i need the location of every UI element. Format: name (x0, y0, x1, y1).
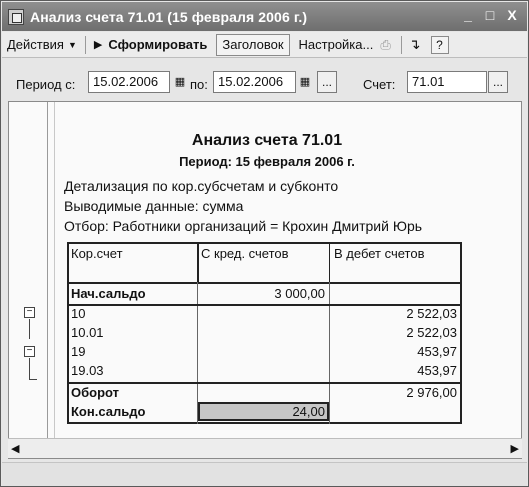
row-debit: 2 522,03 (406, 325, 457, 340)
report-output: Выводимые данные: сумма (64, 198, 244, 214)
group-bracket (29, 358, 30, 380)
minimize-button[interactable]: _ (459, 6, 477, 24)
play-icon: ▶ (93, 39, 103, 51)
group-gutter-line (54, 102, 55, 438)
report-window: Анализ счета 71.01 (15 февраля 2006 г.) … (0, 0, 529, 487)
close-balance-label: Кон.сальдо (71, 404, 146, 419)
row-divider (67, 382, 462, 384)
flip-orientation-button[interactable]: ↴ (405, 34, 425, 56)
turnover-debit: 2 976,00 (406, 385, 457, 400)
collapse-icon[interactable]: − (24, 307, 35, 318)
open-balance-credit: 3 000,00 (274, 286, 325, 301)
report-period: Период: 15 февраля 2006 г. (179, 154, 355, 169)
actions-label: Действия (7, 37, 64, 52)
period-to-label: по: (190, 77, 208, 92)
row-debit: 453,97 (417, 363, 457, 378)
header-button[interactable]: Заголовок (216, 33, 290, 56)
row-debit: 2 522,03 (406, 306, 457, 321)
column-header-account: Кор.счет (71, 246, 123, 261)
help-button[interactable]: ? (430, 35, 449, 54)
row-account: 19.03 (71, 363, 104, 378)
report-selection: Отбор: Работники организаций = Крохин Дм… (64, 218, 423, 234)
report-title: Анализ счета 71.01 (191, 132, 343, 149)
horizontal-scrollbar[interactable]: ◀ ▶ (8, 438, 522, 458)
calendar-icon[interactable]: ▦ (173, 73, 187, 89)
flip-icon: ↴ (408, 36, 421, 52)
period-select-button[interactable]: ... (317, 71, 337, 93)
filter-panel: Период с: 15.02.2006 ▦ по: 15.02.2006 ▦ … (2, 59, 527, 99)
print-preview-button[interactable]: ⎙ (378, 34, 392, 56)
row-account: 10 (71, 306, 86, 321)
report-spreadsheet[interactable]: Анализ счета 71.01 Период: 15 февраля 20… (8, 101, 522, 459)
window-controls: _ □ X (459, 6, 521, 24)
period-from-field[interactable]: 15.02.2006 (88, 71, 170, 93)
maximize-button[interactable]: □ (481, 6, 499, 24)
account-select-button[interactable]: ... (488, 71, 508, 93)
report-detail: Детализация по кор.субсчетам и субконто (64, 178, 339, 194)
close-button[interactable]: X (503, 6, 521, 24)
scroll-left-icon[interactable]: ◀ (11, 442, 19, 455)
period-to-field[interactable]: 15.02.2006 (213, 71, 296, 93)
group-bracket (29, 379, 37, 380)
row-debit: 453,97 (417, 344, 457, 359)
account-field[interactable]: 71.01 (407, 71, 487, 93)
actions-menu[interactable]: Действия ▼ (2, 34, 82, 56)
period-from-label: Период с: (16, 77, 76, 92)
settings-button[interactable]: Настройка... (294, 34, 379, 56)
row-account: 10.01 (71, 325, 104, 340)
chevron-down-icon: ▼ (67, 39, 77, 50)
column-header-debit: В дебет счетов (334, 246, 425, 261)
open-balance-label: Нач.сальдо (71, 286, 146, 301)
turnover-label: Оборот (71, 385, 120, 400)
scroll-right-icon[interactable]: ▶ (511, 442, 519, 455)
title-bar[interactable]: Анализ счета 71.01 (15 февраля 2006 г.) … (2, 2, 527, 31)
account-label: Счет: (363, 77, 396, 92)
collapse-icon[interactable]: − (24, 346, 35, 357)
toolbar-separator (84, 35, 86, 54)
calendar-icon[interactable]: ▦ (298, 73, 312, 89)
group-gutter-line (47, 102, 48, 438)
generate-label: Сформировать (108, 37, 208, 52)
toolbar-separator (400, 35, 402, 54)
toolbar: Действия ▼ ▶ Сформировать Заголовок Наст… (2, 32, 527, 58)
status-bar (2, 462, 527, 486)
window-title: Анализ счета 71.01 (15 февраля 2006 г.) (30, 8, 308, 25)
print-preview-icon: ⎙ (380, 36, 391, 52)
column-header-credit: С кред. счетов (201, 246, 289, 261)
report-icon (8, 8, 24, 25)
generate-button[interactable]: ▶ Сформировать (89, 34, 213, 56)
close-balance-credit: 24,00 (292, 404, 325, 419)
group-bracket (29, 319, 30, 339)
row-account: 19 (71, 344, 86, 359)
